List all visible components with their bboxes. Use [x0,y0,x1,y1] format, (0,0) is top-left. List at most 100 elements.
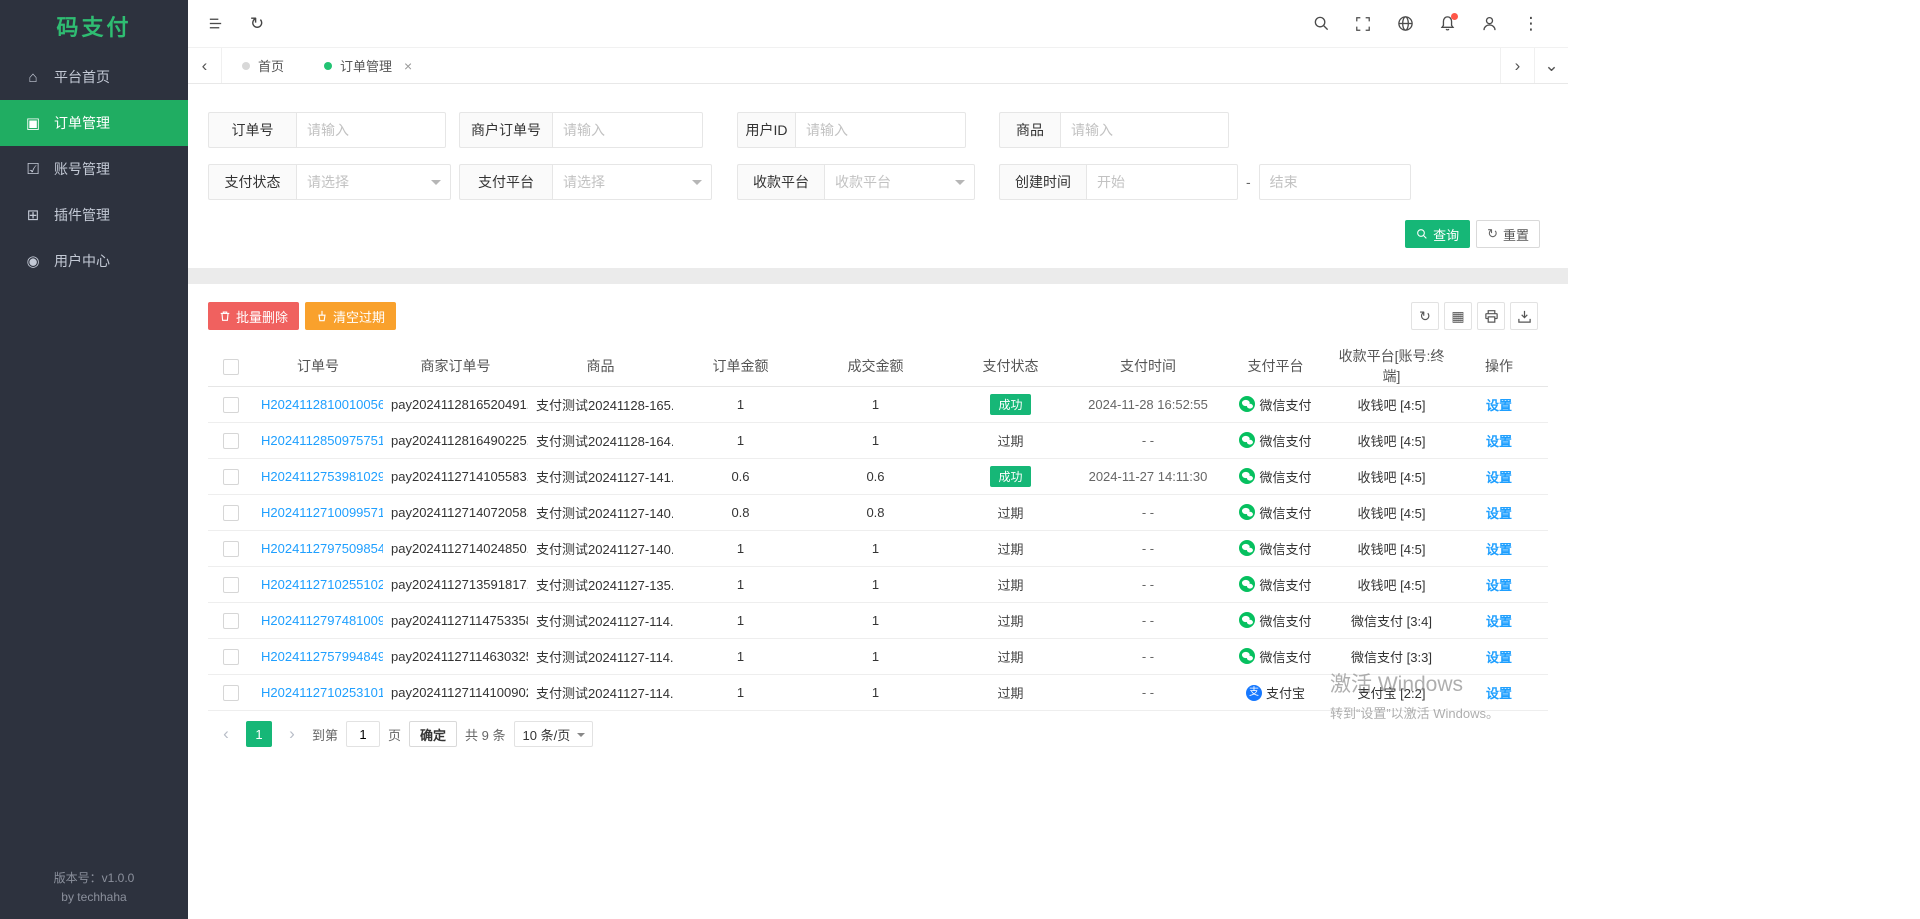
tabbar: ‹ 首页 订单管理 × › ⌄ [188,48,1568,84]
order-no-link[interactable]: H2024112710255102 [261,577,383,592]
settings-link[interactable]: 设置 [1486,686,1512,701]
language-globe-icon[interactable] [1384,0,1426,48]
collect-platform: 收钱吧 [4:5] [1333,423,1450,459]
user-avatar-icon[interactable] [1468,0,1510,48]
notification-bell-icon[interactable] [1426,0,1468,48]
order-amount: 1 [673,531,808,567]
order-no-link[interactable]: H2024112753981029 [261,469,383,484]
order-no-link[interactable]: H2024112797509854 [261,541,383,556]
row-checkbox[interactable] [223,505,239,521]
reset-button[interactable]: ↻ 重置 [1476,220,1540,248]
product-name: 支付测试20241128-164... [528,423,673,459]
row-checkbox[interactable] [223,685,239,701]
orders-table-card: 批量删除 清空过期 ↻ ▦ [188,284,1568,919]
sidebar-item[interactable]: ⊞ 插件管理 [0,192,188,238]
sidebar-item[interactable]: ◉ 用户中心 [0,238,188,284]
sidebar-item[interactable]: ☑ 账号管理 [0,146,188,192]
pay-platform-name: 微信支付 [1259,647,1311,666]
tabs-scroll-right-icon[interactable]: › [1500,48,1534,83]
notification-dot [1451,13,1458,20]
order-no-link[interactable]: H2024112810010056 [261,397,383,412]
prev-page-icon[interactable]: ‹ [214,721,238,747]
row-checkbox[interactable] [223,577,239,593]
pay-platform-cell: 支 支付宝 [1246,683,1305,702]
column-header: 操作 [1450,346,1548,387]
search-button[interactable]: 查询 [1405,220,1470,248]
settings-link[interactable]: 设置 [1486,614,1512,629]
order-no-link[interactable]: H2024112797481009 [261,613,383,628]
column-filter-icon[interactable]: ▦ [1444,302,1472,330]
current-page-button[interactable]: 1 [246,721,272,747]
chevron-down-icon [955,180,965,190]
collect-platform: 收钱吧 [4:5] [1333,531,1450,567]
merchant-order-no-input[interactable] [552,112,703,148]
goto-label: 到第 [312,725,338,744]
product-input[interactable] [1060,112,1229,148]
fullscreen-icon[interactable] [1342,0,1384,48]
payment-platform-icon: 支 [1239,612,1255,628]
home-icon: ⌂ [24,69,42,86]
merchant-order-no: pay2024112714024850... [383,531,528,567]
row-checkbox[interactable] [223,541,239,557]
tabs-menu-icon[interactable]: ⌄ [1534,48,1568,83]
pay-platform-cell: 支 微信支付 [1239,395,1311,414]
collect-platform: 收钱吧 [4:5] [1333,459,1450,495]
settings-link[interactable]: 设置 [1486,578,1512,593]
goto-confirm-button[interactable]: 确定 [409,721,457,747]
table-refresh-icon[interactable]: ↻ [1411,302,1439,330]
time-start-input[interactable] [1086,164,1238,200]
goto-page-input[interactable] [346,721,380,747]
refresh-icon[interactable]: ↻ [236,0,278,48]
print-icon[interactable] [1477,302,1505,330]
pay-platform-select[interactable] [552,164,712,200]
order-no-link[interactable]: H2024112710099571 [261,505,383,520]
settings-link[interactable]: 设置 [1486,650,1512,665]
product-name: 支付测试20241128-165... [528,387,673,423]
table-row: H2024112797509854 pay2024112714024850...… [208,531,1548,567]
next-page-icon[interactable]: › [280,721,304,747]
order-no-link[interactable]: H2024112710253101 [261,685,383,700]
table-row: H2024112810010056 pay2024112816520491...… [208,387,1548,423]
sidebar: 码支付 ⌂ 平台首页 ▣ 订单管理 ☑ 账号管理 ⊞ [0,0,188,919]
row-checkbox[interactable] [223,613,239,629]
pagination: ‹ 1 › 到第 页 确定 共 9 条 10 条/页 [208,721,1548,747]
batch-delete-button[interactable]: 批量删除 [208,302,299,330]
select-all-checkbox[interactable] [223,359,239,375]
settings-link[interactable]: 设置 [1486,470,1512,485]
user-id-input[interactable] [795,112,966,148]
search-icon[interactable] [1300,0,1342,48]
pay-status-select[interactable] [296,164,451,200]
paid-amount: 0.6 [808,459,943,495]
order-no-label: 订单号 [208,112,296,148]
collect-platform-select[interactable] [824,164,975,200]
status-badge: 过期 [997,575,1023,594]
collapse-menu-icon[interactable] [194,0,236,48]
order-amount: 1 [673,675,808,711]
tab-home[interactable]: 首页 [222,48,304,83]
clear-expired-button[interactable]: 清空过期 [305,302,396,330]
pay-platform-label: 支付平台 [459,164,552,200]
sidebar-item[interactable]: ⌂ 平台首页 [0,54,188,100]
order-no-link[interactable]: H2024112850975751 [261,433,383,448]
settings-link[interactable]: 设置 [1486,542,1512,557]
order-no-link[interactable]: H2024112757994849 [261,649,383,664]
tabs-scroll-left-icon[interactable]: ‹ [188,48,222,83]
row-checkbox[interactable] [223,649,239,665]
payment-platform-icon: 支 [1239,648,1255,664]
settings-link[interactable]: 设置 [1486,434,1512,449]
tab-orders[interactable]: 订单管理 × [304,48,432,83]
more-options-icon[interactable]: ⋮ [1510,0,1552,48]
order-no-input[interactable] [296,112,446,148]
page-size-select[interactable]: 10 条/页 [514,721,594,747]
export-icon[interactable] [1510,302,1538,330]
row-checkbox[interactable] [223,469,239,485]
row-checkbox[interactable] [223,397,239,413]
sidebar-item[interactable]: ▣ 订单管理 [0,100,188,146]
paid-amount: 1 [808,423,943,459]
settings-link[interactable]: 设置 [1486,398,1512,413]
time-end-input[interactable] [1259,164,1411,200]
tab-close-icon[interactable]: × [404,58,412,74]
row-checkbox[interactable] [223,433,239,449]
settings-link[interactable]: 设置 [1486,506,1512,521]
tab-dot-icon [324,62,332,70]
